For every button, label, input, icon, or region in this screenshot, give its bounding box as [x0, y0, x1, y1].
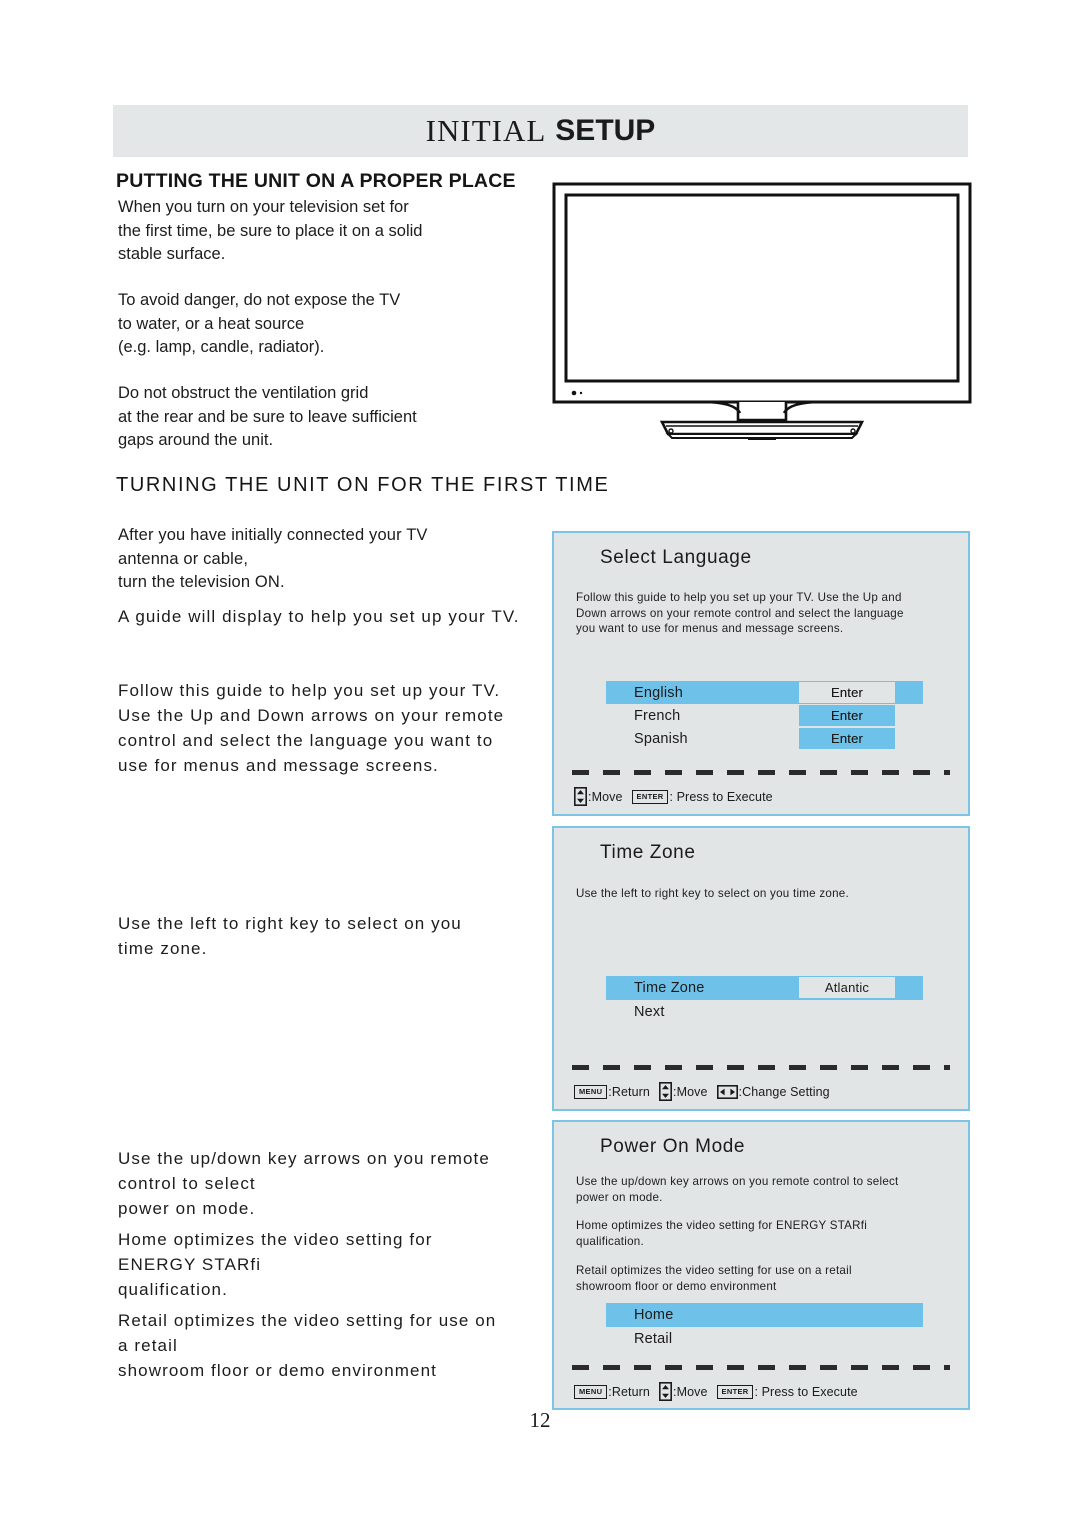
power-mode-option-home-label: Home	[634, 1307, 674, 1323]
footer-hint-return-label: :Return	[608, 1084, 650, 1099]
page-header-band: INITIAL SETUP	[113, 105, 968, 157]
enter-key-badge: ENTER	[716, 1384, 754, 1399]
footer-hint-move: :Move	[659, 1382, 708, 1401]
heading-turning-unit-on-first-time: TURNING THE UNIT ON FOR THE FIRST TIME	[116, 474, 610, 496]
power-mode-option-retail-label: Retail	[634, 1331, 673, 1347]
language-option-spanish-enter-button[interactable]: Enter Enter	[799, 728, 895, 749]
osd-dashed-divider	[572, 1365, 950, 1370]
leftright-arrows-icon	[716, 1084, 738, 1099]
updown-arrows-icon	[659, 1082, 672, 1101]
paragraph-follow-guide: Follow this guide to help you set up you…	[118, 681, 505, 775]
osd-description-retail-mode: Retail optimizes the video setting for u…	[576, 1264, 852, 1293]
footer-hint-move-label: :Move	[673, 1084, 708, 1099]
osd-footer-hints-language: :Move ENTER : Press to Execute	[574, 787, 956, 806]
footer-hint-change-setting: :Change Setting	[716, 1084, 830, 1099]
footer-hint-enter: ENTER : Press to Execute	[631, 789, 773, 804]
paragraph-retail-optimizes: Retail optimizes the video setting for u…	[118, 1311, 497, 1380]
page-number: 12	[529, 1408, 551, 1432]
osd-footer-hints-power-mode: MENU :Return :Move ENTER : Press to Exec…	[574, 1382, 956, 1401]
language-option-spanish-label: Spanish	[634, 730, 688, 747]
footer-hint-enter-label: : Press to Execute	[669, 789, 773, 804]
language-option-french-enter-button[interactable]: Enter Enter	[799, 705, 895, 726]
paragraph-updown-power-mode: Use the up/down key arrows on you remote…	[118, 1149, 490, 1218]
osd-description-home-mode: Home optimizes the video setting for ENE…	[576, 1219, 868, 1248]
footer-hint-move: :Move	[659, 1082, 708, 1101]
language-option-list[interactable]: English Enter Enter French Enter Enter Spa…	[606, 681, 923, 750]
paragraph-after-connecting: After you have initially connected your …	[118, 526, 428, 591]
language-option-spanish[interactable]: Spanish Enter Enter	[606, 727, 923, 750]
footer-hint-return: MENU :Return	[574, 1084, 650, 1099]
osd-description-power-usage: Use the up/down key arrows on you remote…	[576, 1175, 899, 1204]
timezone-option-next-label: Next	[634, 1004, 665, 1020]
power-mode-option-home[interactable]: Home	[606, 1303, 923, 1327]
footer-hint-enter-label: : Press to Execute	[754, 1384, 858, 1399]
tv-line-art-icon	[552, 182, 972, 440]
paragraph-guide-will-display: A guide will display to help you set up …	[118, 607, 520, 626]
osd-panel-time-zone: Time Zone Use the left to right key to s…	[552, 826, 970, 1111]
footer-hint-move-label: :Move	[673, 1384, 708, 1399]
osd-dashed-divider	[572, 770, 950, 775]
osd-title-power-on-mode: Power On Mode	[600, 1136, 746, 1157]
paragraph-home-optimizes: Home optimizes the video setting for ENE…	[118, 1230, 433, 1299]
power-mode-option-retail[interactable]: Retail	[606, 1327, 923, 1351]
osd-title-select-language: Select Language	[600, 547, 752, 568]
enter-text: Enter	[830, 731, 864, 746]
osd-title-time-zone: Time Zone	[600, 842, 696, 863]
page-title: INITIAL SETUP	[113, 105, 968, 157]
page-title-initial: INITIAL	[425, 113, 547, 148]
page-title-setup: SETUP	[555, 114, 656, 147]
paragraph-avoid-danger: To avoid danger, do not expose the TV to…	[118, 291, 401, 356]
footer-hint-change-setting-label: :Change Setting	[738, 1084, 830, 1099]
osd-description-select-language: Follow this guide to help you set up you…	[576, 591, 904, 636]
language-option-english-label: English	[634, 684, 683, 701]
footer-hint-return-label: :Return	[608, 1384, 650, 1399]
osd-dashed-divider	[572, 1065, 950, 1070]
heading-putting-unit-proper-place: PUTTING THE UNIT ON A PROPER PLACE	[116, 170, 516, 192]
television-illustration	[552, 182, 972, 440]
paragraph-place-stable-surface: When you turn on your television set for…	[118, 198, 423, 263]
enter-text: Enter	[830, 685, 864, 700]
osd-panel-select-language: Select Language Follow this guide to hel…	[552, 531, 970, 816]
enter-key-badge: ENTER	[631, 789, 669, 804]
timezone-option-value[interactable]: Atlantic	[799, 977, 895, 998]
footer-hint-move: :Move	[574, 787, 623, 806]
footer-hint-enter: ENTER : Press to Execute	[716, 1384, 858, 1399]
language-option-french[interactable]: French Enter Enter	[606, 704, 923, 727]
paragraph-ventilation-grid: Do not obstruct the ventilation grid at …	[118, 384, 417, 449]
footer-hint-move-label: :Move	[588, 789, 623, 804]
enter-text: Enter	[830, 708, 864, 723]
osd-footer-hints-time-zone: MENU :Return :Move :Change Setting	[574, 1082, 956, 1101]
power-mode-option-list[interactable]: Home Retail	[606, 1303, 923, 1351]
osd-description-time-zone: Use the left to right key to select on y…	[576, 887, 849, 900]
language-option-english-enter-button[interactable]: Enter Enter	[799, 682, 895, 703]
menu-key-badge: MENU	[574, 1384, 608, 1399]
timezone-option-label: Time Zone	[634, 980, 705, 996]
language-option-english[interactable]: English Enter Enter	[606, 681, 923, 704]
osd-panel-power-on-mode: Power On Mode Use the up/down key arrows…	[552, 1120, 970, 1410]
menu-key-badge: MENU	[574, 1084, 608, 1099]
footer-hint-return: MENU :Return	[574, 1384, 650, 1399]
timezone-option-list[interactable]: Time Zone Atlantic Next	[606, 976, 923, 1024]
paragraph-left-right-timezone: Use the left to right key to select on y…	[118, 914, 462, 958]
timezone-option-time-zone[interactable]: Time Zone Atlantic	[606, 976, 923, 1000]
timezone-option-next[interactable]: Next	[606, 1000, 923, 1024]
updown-arrows-icon	[659, 1382, 672, 1401]
updown-arrows-icon	[574, 787, 587, 806]
language-option-french-label: French	[634, 707, 681, 724]
